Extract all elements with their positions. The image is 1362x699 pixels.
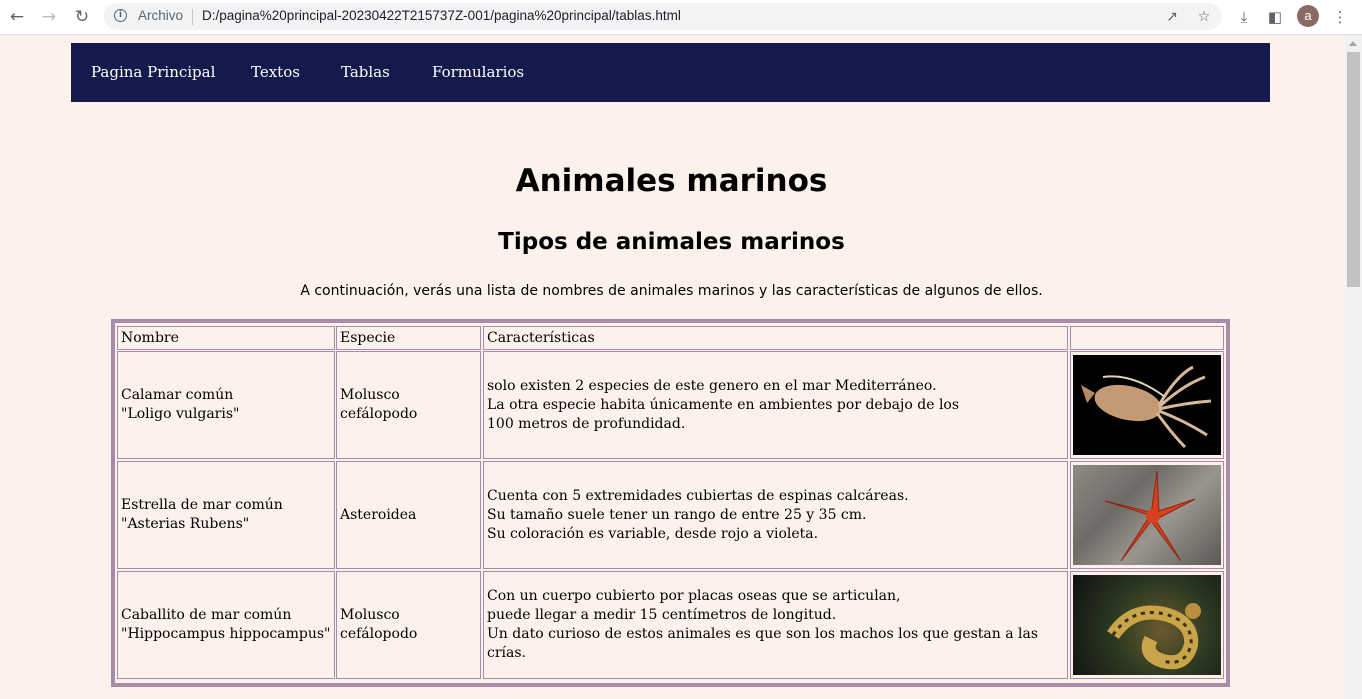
scheme-label: Archivo [138, 8, 184, 23]
table-cell-nombre: Caballito de mar común "Hippocampus hipp… [117, 571, 335, 679]
scroll-thumb[interactable] [1347, 52, 1360, 287]
table-cell-caracteristicas: Cuenta con 5 extremidades cubiertas de e… [483, 461, 1068, 569]
forward-icon[interactable]: → [37, 5, 61, 29]
browser-toolbar: ← → ↻ i Archivo D:/pagina%20principal-20… [0, 0, 1362, 35]
table-cell-nombre: Calamar común "Loligo vulgaris" [117, 351, 335, 459]
menu-kebab-icon[interactable]: ⋮ [1329, 6, 1351, 28]
back-icon[interactable]: ← [5, 5, 29, 29]
address-bar[interactable]: i Archivo D:/pagina%20principal-20230422… [104, 3, 1222, 30]
page-title: Animales marinos [515, 163, 828, 199]
divider [192, 9, 193, 25]
avatar[interactable]: a [1297, 5, 1319, 27]
table-header: Especie [336, 326, 481, 350]
table-header: Nombre [117, 326, 335, 350]
nav-link-textos[interactable]: Textos [251, 63, 300, 81]
side-panel-icon[interactable]: ◧ [1264, 6, 1286, 28]
table-cell-image [1070, 571, 1224, 679]
table-header [1070, 326, 1224, 350]
page-subtitle: Tipos de animales marinos [498, 229, 845, 255]
table-header: Características [483, 326, 1068, 350]
starfish-photo [1073, 465, 1221, 565]
nav-link-tablas[interactable]: Tablas [341, 63, 390, 81]
table-cell-image [1070, 461, 1224, 569]
vertical-scrollbar[interactable] [1345, 35, 1362, 699]
animals-table: Nombre Especie Características Calamar c… [111, 319, 1230, 687]
table-cell-especie: Asteroidea [336, 461, 481, 569]
table-cell-especie: Molusco cefálopodo [336, 571, 481, 679]
table-cell-image [1070, 351, 1224, 459]
url-text[interactable]: D:/pagina%20principal-20230422T215737Z-0… [202, 8, 681, 23]
table-cell-nombre: Estrella de mar común "Asterias Rubens" [117, 461, 335, 569]
seahorse-photo [1073, 575, 1221, 675]
squid-photo [1073, 355, 1221, 455]
info-icon[interactable]: i [114, 9, 127, 22]
table-cell-caracteristicas: solo existen 2 especies de este genero e… [483, 351, 1068, 459]
download-icon[interactable]: ⤓ [1233, 6, 1255, 28]
table-cell-caracteristicas: Con un cuerpo cubierto por placas oseas … [483, 571, 1068, 679]
share-icon[interactable]: ↗ [1162, 7, 1182, 27]
site-nav: Pagina Principal Textos Tablas Formulari… [71, 43, 1270, 102]
table-cell-especie: Molusco cefálopodo [336, 351, 481, 459]
intro-text: A continuación, verás una lista de nombr… [300, 283, 1043, 299]
bookmark-star-icon[interactable]: ☆ [1194, 7, 1214, 27]
reload-icon[interactable]: ↻ [70, 5, 94, 29]
nav-link-pagina-principal[interactable]: Pagina Principal [91, 63, 215, 81]
nav-link-formularios[interactable]: Formularios [432, 63, 524, 81]
scroll-up-arrow-icon[interactable] [1345, 35, 1362, 52]
